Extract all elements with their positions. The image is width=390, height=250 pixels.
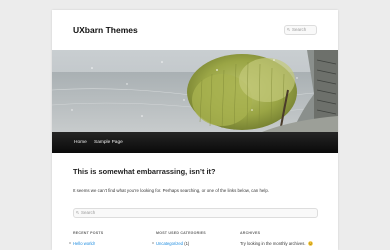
not-found-message: It seems we can’t find what you’re looki…: [73, 188, 269, 193]
nav-item-home[interactable]: Home: [74, 132, 87, 153]
bullet: [152, 242, 154, 245]
page-container: UXbarn Themes Search Home Sample Page Th…: [52, 10, 338, 250]
widget-recent-posts: RECENT POSTS Hello world!: [69, 231, 153, 246]
header-search-input[interactable]: Search: [284, 25, 317, 35]
widget-archives: ARCHIVES Try looking in the monthly arch…: [240, 231, 320, 246]
category-link[interactable]: Uncategorized: [156, 241, 183, 246]
archives-text: Try looking in the monthly archives.: [240, 241, 306, 246]
search-icon: [76, 211, 79, 214]
site-title[interactable]: UXbarn Themes: [73, 25, 138, 35]
widget-categories: MOST USED CATEGORIES Uncategorized (1): [152, 231, 236, 246]
archives-text-line: Try looking in the monthly archives.: [240, 241, 313, 246]
recent-post-link[interactable]: Hello world!: [73, 241, 95, 246]
smile-icon: [307, 241, 313, 246]
category-count: (1): [184, 241, 190, 246]
nav-item-sample-page[interactable]: Sample Page: [94, 132, 123, 153]
list-item: Hello world!: [69, 241, 95, 246]
header-image[interactable]: [52, 50, 338, 132]
widget-title-recent-posts: RECENT POSTS: [73, 231, 104, 235]
header-image-graphic: [52, 50, 338, 132]
bullet: [69, 242, 71, 245]
main-navigation: Home Sample Page: [52, 132, 338, 153]
list-item: Uncategorized (1): [152, 241, 190, 246]
search-icon: [287, 28, 290, 31]
widget-title-categories: MOST USED CATEGORIES: [156, 231, 206, 235]
content-search-placeholder: Search: [81, 210, 96, 215]
page-heading: This is somewhat embarrassing, isn’t it?: [73, 167, 216, 176]
header-search-placeholder: Search: [292, 27, 307, 32]
widget-title-archives: ARCHIVES: [240, 231, 261, 235]
content-search-input[interactable]: Search: [73, 208, 318, 218]
